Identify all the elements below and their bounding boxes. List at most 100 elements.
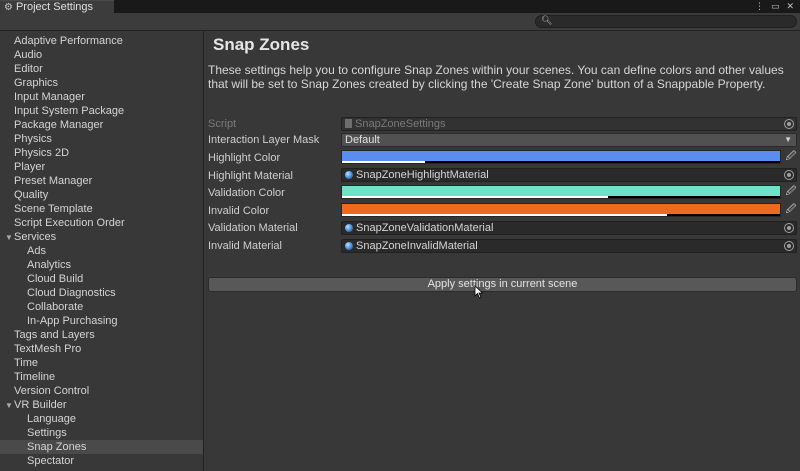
window-controls: ⋮ ▭ ✕ [755,0,794,13]
sidebar-item-label: Package Manager [14,119,104,131]
sidebar-item-version-control[interactable]: Version Control [0,384,203,398]
material-icon [345,171,353,179]
gear-icon: ⚙ [4,1,13,13]
sidebar-item-services[interactable]: ▼Services [0,230,203,245]
validation-material-value: SnapZoneValidationMaterial [356,222,494,234]
eyedropper-icon[interactable]: 🖉 [785,150,797,164]
sidebar-item-label: VR Builder [14,399,67,411]
maximize-icon[interactable]: ▭ [771,1,780,12]
highlight-material-label: Highlight Material [208,170,293,182]
alpha-bar [342,161,425,163]
sidebar-item-label: Analytics [27,259,72,271]
sidebar-item-label: Snap Zones [27,441,87,453]
sidebar-item-label: Language [27,413,76,425]
sidebar-item-label: Physics [14,133,52,145]
close-icon[interactable]: ✕ [786,1,794,12]
object-picker-icon[interactable] [784,223,794,233]
interaction-layer-mask-value: Default [345,134,380,146]
eyedropper-icon[interactable]: 🖉 [785,185,797,199]
expand-caret-icon[interactable]: ▼ [4,231,14,245]
sidebar-item-player[interactable]: Player [0,160,203,174]
expand-caret-icon[interactable]: ▼ [4,399,14,413]
sidebar-item-label: Timeline [14,371,56,383]
sidebar-item-scene-template[interactable]: Scene Template [0,202,203,216]
sidebar-item-label: Preset Manager [14,175,93,187]
search-input[interactable]: 🔍︎ [535,15,797,28]
sidebar-item-label: Player [14,161,46,173]
sidebar-item-spectator[interactable]: Spectator [0,454,203,468]
sidebar-item-vr-builder[interactable]: ▼VR Builder [0,398,203,413]
object-picker-icon [784,119,794,129]
sidebar-item-cloud-build[interactable]: Cloud Build [0,272,203,286]
sidebar-item-analytics[interactable]: Analytics [0,258,203,272]
tab-title: Project Settings [15,1,94,13]
sidebar-item-tags-and-layers[interactable]: Tags and Layers [0,328,203,342]
highlight-material-field[interactable]: SnapZoneHighlightMaterial [341,168,797,182]
sidebar-item-label: Input Manager [14,91,85,103]
sidebar-item-textmesh-pro[interactable]: TextMesh Pro [0,342,203,356]
eyedropper-icon[interactable]: 🖉 [785,203,797,217]
sidebar-item-label: Services [14,231,57,243]
material-icon [345,224,353,232]
sidebar-item-label: Physics 2D [14,147,70,159]
object-picker-icon[interactable] [784,170,794,180]
sidebar-item-preset-manager[interactable]: Preset Manager [0,174,203,188]
material-icon [345,242,353,250]
interaction-layer-mask-label: Interaction Layer Mask [208,134,320,146]
search-toolbar: 🔍︎ [0,13,800,31]
invalid-material-value: SnapZoneInvalidMaterial [356,240,478,252]
sidebar-item-physics[interactable]: Physics [0,132,203,146]
sidebar-item-label: Scene Template [14,203,93,215]
settings-sidebar: Adaptive Performance Audio Editor Graphics I… [0,31,204,471]
highlight-color-field[interactable] [341,150,781,164]
sidebar-item-label: Adaptive Performance [14,35,123,47]
invalid-color-field[interactable] [341,203,781,217]
sidebar-item-label: Graphics [14,77,59,89]
sidebar-item-quality[interactable]: Quality [0,188,203,202]
chevron-down-icon: ▼ [784,135,792,144]
validation-color-label: Validation Color [208,187,285,199]
sidebar-item-audio[interactable]: Audio [0,48,203,62]
script-field: SnapZoneSettings [341,117,797,131]
window-tab-bar: ⚙ Project Settings ⋮ ▭ ✕ [0,0,800,13]
invalid-material-label: Invalid Material [208,240,282,252]
highlight-material-value: SnapZoneHighlightMaterial [356,169,489,181]
sidebar-item-ads[interactable]: Ads [0,244,203,258]
tab-project-settings[interactable]: ⚙ Project Settings [0,0,114,13]
sidebar-item-language[interactable]: Language [0,412,203,426]
sidebar-item-input-system-package[interactable]: Input System Package [0,104,203,118]
invalid-material-field[interactable]: SnapZoneInvalidMaterial [341,239,797,253]
sidebar-item-timeline[interactable]: Timeline [0,370,203,384]
alpha-bar-remainder [425,161,780,163]
validation-material-field[interactable]: SnapZoneValidationMaterial [341,221,797,235]
script-label: Script [208,118,237,130]
sidebar-item-collaborate[interactable]: Collaborate [0,300,203,314]
sidebar-item-label: Tags and Layers [14,329,95,341]
validation-color-field[interactable] [341,185,781,199]
sidebar-item-physics-2d[interactable]: Physics 2D [0,146,203,160]
sidebar-item-script-execution-order[interactable]: Script Execution Order [0,216,203,230]
apply-settings-button[interactable]: Apply settings in current scene [208,277,797,292]
sidebar-item-label: Input System Package [14,105,125,117]
sidebar-item-snap-zones[interactable]: Snap Zones [0,440,203,454]
menu-icon[interactable]: ⋮ [755,1,764,12]
interaction-layer-mask-dropdown[interactable]: Default ▼ [341,133,797,147]
sidebar-item-input-manager[interactable]: Input Manager [0,90,203,104]
alpha-bar-remainder [608,196,780,198]
sidebar-item-time[interactable]: Time [0,356,203,370]
sidebar-item-label: Version Control [14,385,90,397]
sidebar-item-label: Ads [27,245,46,257]
mouse-cursor-icon [474,285,484,299]
sidebar-item-editor[interactable]: Editor [0,62,203,76]
sidebar-item-settings[interactable]: Settings [0,426,203,440]
alpha-bar [342,214,667,216]
sidebar-item-label: Collaborate [27,301,84,313]
page-description: These settings help you to configure Sna… [208,63,784,91]
sidebar-item-adaptive-performance[interactable]: Adaptive Performance [0,34,203,48]
script-file-icon [345,119,352,128]
sidebar-item-package-manager[interactable]: Package Manager [0,118,203,132]
sidebar-item-cloud-diagnostics[interactable]: Cloud Diagnostics [0,286,203,300]
sidebar-item-in-app-purchasing[interactable]: In-App Purchasing [0,314,203,328]
object-picker-icon[interactable] [784,241,794,251]
sidebar-item-graphics[interactable]: Graphics [0,76,203,90]
